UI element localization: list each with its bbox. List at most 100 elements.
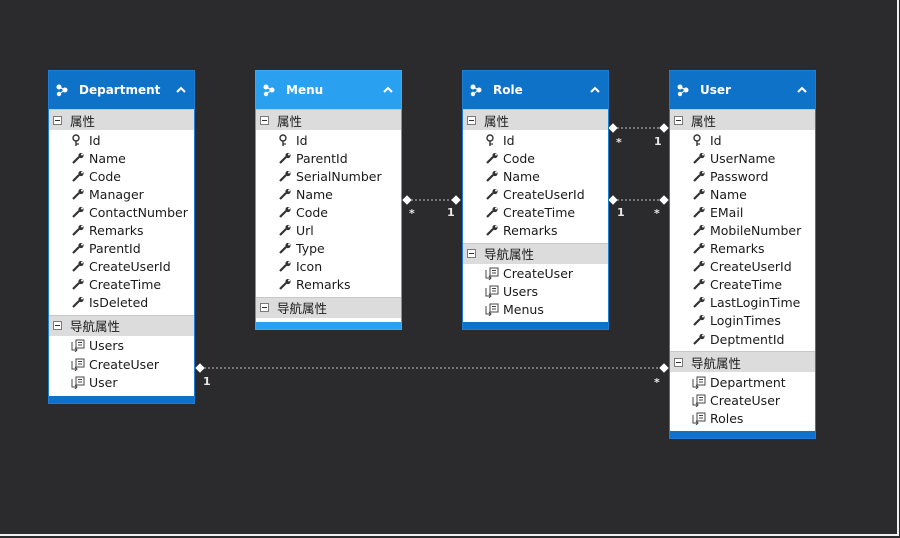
property-item[interactable]: Id — [49, 131, 194, 149]
entity-header[interactable]: Department — [49, 71, 194, 109]
property-item[interactable]: Name — [463, 167, 608, 185]
section-header-properties[interactable]: 属性 — [463, 109, 608, 130]
section-header-properties[interactable]: 属性 — [670, 109, 815, 130]
navigation-property-name: CreateUser — [503, 266, 574, 282]
entity-role[interactable]: Role 属性 Id Code Name CreateUserId CreateTime Re… — [462, 70, 609, 330]
entity-icon — [263, 84, 275, 97]
property-item[interactable]: Remarks — [463, 221, 608, 239]
property-item[interactable]: SerialNumber — [256, 167, 401, 185]
connector-end-diamond — [608, 123, 618, 133]
property-wrench-icon — [279, 261, 291, 272]
property-item[interactable]: Id — [256, 131, 401, 149]
collapse-chevron-icon[interactable] — [174, 83, 188, 97]
multiplicity-label: 1 — [617, 206, 625, 219]
property-item[interactable]: Name — [49, 149, 194, 167]
collapse-toggle-icon[interactable] — [260, 115, 269, 125]
section-label: 属性 — [70, 113, 96, 129]
property-name: Id — [89, 132, 101, 148]
navigation-property-item[interactable]: Roles — [670, 409, 815, 427]
collapse-chevron-icon[interactable] — [795, 83, 809, 97]
property-item[interactable]: Url — [256, 221, 401, 239]
collapse-toggle-icon[interactable] — [674, 357, 683, 367]
entity-header[interactable]: Menu — [256, 71, 401, 109]
property-item[interactable]: Password — [670, 167, 815, 185]
property-item[interactable]: Manager — [49, 185, 194, 203]
navigation-property-item[interactable]: Users — [49, 337, 194, 355]
property-item[interactable]: Remarks — [49, 221, 194, 239]
navigation-property-item[interactable]: Users — [463, 283, 608, 301]
property-item[interactable]: CreateTime — [670, 276, 815, 294]
property-item[interactable]: Remarks — [670, 240, 815, 258]
section-header-navigation[interactable]: 导航属性 — [670, 351, 815, 373]
property-item[interactable]: Id — [670, 131, 815, 149]
section-header-properties[interactable]: 属性 — [49, 109, 194, 130]
entity-header[interactable]: Role — [463, 71, 608, 109]
section-label: 导航属性 — [277, 301, 328, 317]
property-item[interactable]: CreateUserId — [463, 185, 608, 203]
property-item[interactable]: Remarks — [256, 276, 401, 294]
property-name: ContactNumber — [89, 204, 188, 220]
property-name: Remarks — [710, 241, 765, 257]
property-item[interactable]: CreateUserId — [670, 258, 815, 276]
property-name: Icon — [296, 259, 323, 275]
navigation-property-item[interactable]: CreateUser — [463, 265, 608, 283]
property-item[interactable]: CreateTime — [49, 276, 194, 294]
navigation-property-name: Roles — [710, 410, 744, 426]
section-header-navigation[interactable]: 导航属性 — [256, 296, 401, 318]
entity-header[interactable]: User — [670, 71, 815, 109]
property-item[interactable]: ParentId — [49, 240, 194, 258]
collapse-toggle-icon[interactable] — [260, 303, 269, 313]
property-item[interactable]: ContactNumber — [49, 203, 194, 221]
property-wrench-icon — [279, 243, 291, 254]
property-item[interactable]: EMail — [670, 203, 815, 221]
property-item[interactable]: Name — [670, 185, 815, 203]
property-item[interactable]: Code — [463, 149, 608, 167]
property-item[interactable]: Icon — [256, 258, 401, 276]
collapse-chevron-icon[interactable] — [588, 83, 602, 97]
navigation-property-item[interactable]: Menus — [463, 301, 608, 319]
property-item[interactable]: LoginTimes — [670, 312, 815, 330]
property-name: Manager — [89, 186, 144, 202]
key-icon — [486, 133, 494, 146]
property-item[interactable]: MobileNumber — [670, 221, 815, 239]
property-item[interactable]: Type — [256, 240, 401, 258]
collapse-toggle-icon[interactable] — [467, 249, 476, 259]
collapse-toggle-icon[interactable] — [467, 115, 476, 125]
collapse-toggle-icon[interactable] — [674, 115, 683, 125]
property-item[interactable]: Name — [256, 185, 401, 203]
navigation-property-icon — [692, 376, 706, 389]
property-item[interactable]: IsDeleted — [49, 294, 194, 312]
navigation-property-item[interactable]: CreateUser — [49, 355, 194, 373]
property-item[interactable]: Code — [256, 203, 401, 221]
collapse-toggle-icon[interactable] — [53, 321, 62, 331]
multiplicity-label: * — [654, 376, 660, 389]
navigation-property-item[interactable]: CreateUser — [670, 391, 815, 409]
property-item[interactable]: Code — [49, 167, 194, 185]
property-item[interactable]: UserName — [670, 149, 815, 167]
property-item[interactable]: ParentId — [256, 149, 401, 167]
section-header-properties[interactable]: 属性 — [256, 109, 401, 130]
entity-footer — [49, 396, 194, 403]
entity-user[interactable]: User 属性 Id UserName Password Name EMail MobileN… — [669, 70, 816, 439]
property-wrench-icon — [72, 206, 84, 218]
property-name: Code — [89, 168, 122, 184]
property-item[interactable]: LastLoginTime — [670, 294, 815, 312]
entity-menu[interactable]: Menu 属性 Id ParentId SerialNumber Name Code Url T… — [255, 70, 402, 330]
property-item[interactable]: Id — [463, 131, 608, 149]
entity-title: User — [700, 83, 731, 97]
property-item[interactable]: DeptmentId — [670, 330, 815, 348]
navigation-property-item[interactable]: Department — [670, 373, 815, 391]
section-header-navigation[interactable]: 导航属性 — [49, 314, 194, 336]
property-item[interactable]: CreateUserId — [49, 258, 194, 276]
navigation-property-item[interactable]: User — [49, 373, 194, 391]
navigation-property-name: CreateUser — [89, 356, 160, 372]
entity-icon — [677, 84, 689, 97]
entity-department[interactable]: Department 属性 Id Name Code Manager ContactNumb… — [48, 70, 195, 404]
collapse-toggle-icon[interactable] — [53, 115, 62, 125]
section-label: 属性 — [277, 113, 303, 129]
property-item[interactable]: CreateTime — [463, 203, 608, 221]
section-header-navigation[interactable]: 导航属性 — [463, 242, 608, 264]
property-name: Id — [296, 132, 308, 148]
collapse-chevron-icon[interactable] — [381, 83, 395, 97]
connector-end-diamond — [659, 195, 669, 205]
